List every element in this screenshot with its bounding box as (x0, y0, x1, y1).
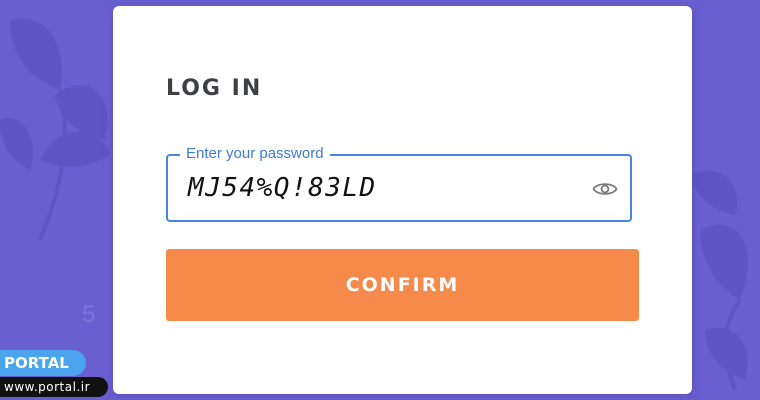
page-title: LOG IN (166, 76, 263, 101)
password-input[interactable]: MJ54%Q!83LD (188, 172, 377, 204)
watermark-badge: PORTAL (0, 350, 86, 376)
svg-text:5: 5 (82, 301, 95, 328)
login-card: LOG IN Enter your password MJ54%Q!83LD C… (113, 6, 692, 394)
confirm-button[interactable]: CONFIRM (166, 249, 639, 321)
password-field-label: Enter your password (180, 145, 330, 163)
watermark-url: www.portal.ir (0, 377, 108, 397)
password-field[interactable]: Enter your password MJ54%Q!83LD (166, 145, 632, 222)
eye-icon[interactable] (592, 180, 618, 198)
